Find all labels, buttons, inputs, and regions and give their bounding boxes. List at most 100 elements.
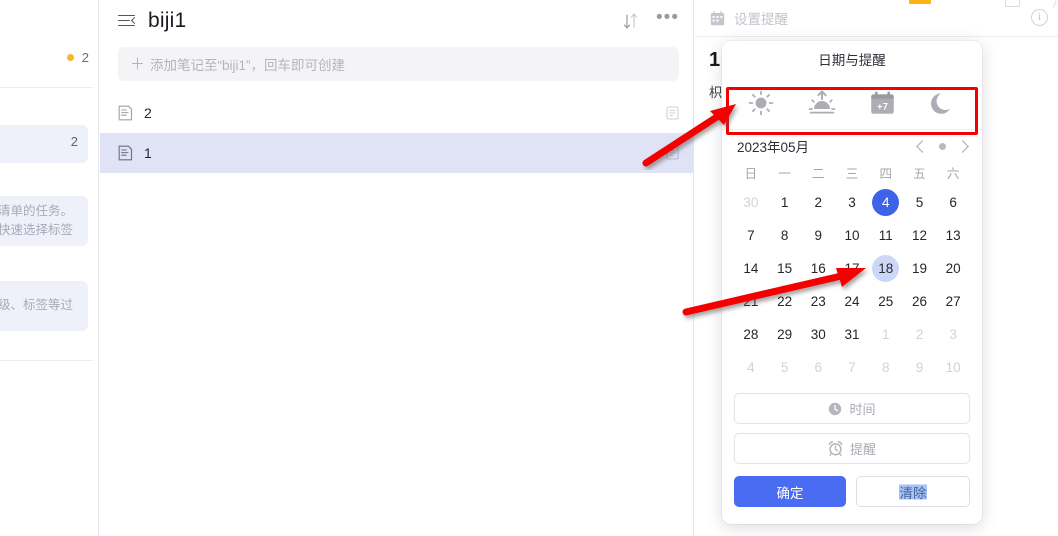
calendar-grid: 30 1 2 3 4 5 6 7 8 9 10 11 12 13 14 15 16 17 18 19 20 21 22 23 2… [734, 186, 970, 384]
calendar-day-10[interactable]: 10 [835, 219, 869, 252]
sidebar-count-top: 2 [81, 50, 89, 65]
calendar-day-25[interactable]: 25 [869, 285, 903, 318]
weekday-mon: 一 [778, 167, 791, 181]
calendar-day-1[interactable]: 1 [768, 186, 802, 219]
calendar-day-8[interactable]: 8 [869, 351, 903, 384]
note-doc-icon [118, 145, 133, 161]
note-list-item-2[interactable]: 2 [100, 93, 693, 133]
date-reminder-popup: 日期与提醒 +7 2023年05月 日 一 二 三 四 五 六 30 1 2 3… [722, 41, 982, 524]
note-detail-icon[interactable] [666, 146, 679, 160]
calendar-day-label: 6 [949, 195, 957, 210]
next-week-plus7-icon[interactable]: +7 [859, 83, 905, 123]
today-sun-icon[interactable] [738, 83, 784, 123]
add-note-input[interactable]: ＋ 添加笔记至“biji1”，回车即可创建 [118, 47, 679, 81]
calendar-day-28[interactable]: 28 [734, 318, 768, 351]
calendar-day-3[interactable]: 3 [835, 186, 869, 219]
popup-action-row: 确定 清除 [734, 476, 970, 507]
calendar-day-15[interactable]: 15 [768, 252, 802, 285]
confirm-button[interactable]: 确定 [734, 476, 846, 507]
calendar-day-21[interactable]: 21 [734, 285, 768, 318]
calendar-day-12[interactable]: 12 [903, 219, 937, 252]
calendar-day-11[interactable]: 11 [869, 219, 903, 252]
info-icon[interactable]: i [1031, 9, 1048, 26]
calendar-day-23[interactable]: 23 [801, 285, 835, 318]
calendar-day-5[interactable]: 5 [768, 351, 802, 384]
sidebar-count-row[interactable]: 2 [0, 50, 98, 65]
hamburger-collapse-icon[interactable] [118, 14, 139, 28]
calendar-day-10[interactable]: 10 [936, 351, 970, 384]
calendar-day-30[interactable]: 30 [801, 318, 835, 351]
calendar-day-label: 8 [881, 360, 890, 375]
calendar-day-1[interactable]: 1 [869, 318, 903, 351]
orange-marker-icon [909, 0, 931, 4]
calendar-day-2[interactable]: 2 [903, 318, 937, 351]
calendar-day-9[interactable]: 9 [903, 351, 937, 384]
calendar-day-18[interactable]: 18 [869, 252, 903, 285]
app-window: 2 2 清单的任务。 快速选择标签 级、标签等过 biji1 ••• ＋ 添加笔… [0, 0, 1058, 536]
svg-text:+7: +7 [877, 101, 888, 112]
reminder-field-button[interactable]: 提醒 [734, 433, 970, 464]
today-dot-icon[interactable] [939, 142, 946, 150]
calendar-day-5[interactable]: 5 [903, 186, 937, 219]
calendar-day-label: 1 [780, 195, 789, 210]
calendar-day-19[interactable]: 19 [903, 252, 937, 285]
calendar-icon [710, 10, 725, 26]
calendar-day-label: 27 [945, 294, 961, 309]
calendar-day-label: 8 [780, 228, 789, 243]
calendar-day-6[interactable]: 6 [801, 351, 835, 384]
sidebar-card-count[interactable]: 2 [0, 125, 88, 163]
set-reminder-label[interactable]: 设置提醒 [734, 8, 788, 28]
calendar-day-9[interactable]: 9 [801, 219, 835, 252]
calendar-day-label: 25 [878, 294, 894, 309]
calendar-day-label: 31 [844, 327, 860, 342]
calendar-day-6[interactable]: 6 [936, 186, 970, 219]
status-dot-icon [66, 54, 74, 61]
calendar-day-8[interactable]: 8 [768, 219, 802, 252]
calendar-day-label: 2 [915, 327, 924, 342]
sidebar-divider-bottom [0, 360, 93, 361]
calendar-day-30[interactable]: 30 [734, 186, 768, 219]
calendar-day-4[interactable]: 4 [734, 351, 768, 384]
calendar-day-22[interactable]: 22 [768, 285, 802, 318]
sidebar-count-card: 2 [70, 134, 78, 149]
note-list-item-1[interactable]: 1 [100, 133, 693, 173]
note-items-container: 2 1 [100, 93, 693, 173]
calendar-week-row: 30 1 2 3 4 5 6 [734, 186, 970, 219]
calendar-day-7[interactable]: 7 [835, 351, 869, 384]
square-icon[interactable] [1005, 0, 1020, 7]
calendar-day-13[interactable]: 13 [936, 219, 970, 252]
calendar-day-label: 4 [872, 189, 900, 216]
calendar-day-label: 5 [780, 360, 789, 375]
tonight-moon-icon[interactable] [920, 83, 966, 123]
sort-icon[interactable] [623, 12, 638, 29]
calendar-day-7[interactable]: 7 [734, 219, 768, 252]
chevron-left-icon[interactable] [916, 139, 929, 153]
more-options-icon[interactable]: ••• [656, 8, 679, 29]
clear-button[interactable]: 清除 [856, 476, 970, 507]
add-note-placeholder: 添加笔记至“biji1”，回车即可创建 [150, 58, 346, 73]
calendar-day-17[interactable]: 17 [835, 252, 869, 285]
calendar-day-label: 3 [848, 195, 856, 210]
calendar-day-label: 9 [814, 228, 823, 243]
calendar-day-29[interactable]: 29 [768, 318, 802, 351]
time-field-button[interactable]: 时间 [734, 393, 970, 424]
calendar-day-14[interactable]: 14 [734, 252, 768, 285]
note-list-panel: biji1 ••• ＋ 添加笔记至“biji1”，回车即可创建 2 1 [100, 0, 694, 536]
calendar-day-label: 22 [777, 294, 793, 309]
chevron-right-icon[interactable] [956, 139, 969, 153]
calendar-day-3[interactable]: 3 [936, 318, 970, 351]
calendar-day-24[interactable]: 24 [835, 285, 869, 318]
calendar-day-20[interactable]: 20 [936, 252, 970, 285]
calendar-day-16[interactable]: 16 [801, 252, 835, 285]
note-item-label: 1 [144, 145, 152, 161]
calendar-day-31[interactable]: 31 [835, 318, 869, 351]
tomorrow-sunrise-icon[interactable] [799, 83, 845, 123]
calendar-week-row: 28 29 30 31 1 2 3 [734, 318, 970, 351]
calendar-day-27[interactable]: 27 [936, 285, 970, 318]
note-detail-icon[interactable] [666, 106, 679, 120]
sidebar-tip-1-line1: 清单的任务。 [0, 204, 74, 218]
calendar-day-label: 19 [911, 261, 927, 276]
calendar-day-2[interactable]: 2 [801, 186, 835, 219]
calendar-day-26[interactable]: 26 [903, 285, 937, 318]
calendar-day-4[interactable]: 4 [869, 186, 903, 219]
